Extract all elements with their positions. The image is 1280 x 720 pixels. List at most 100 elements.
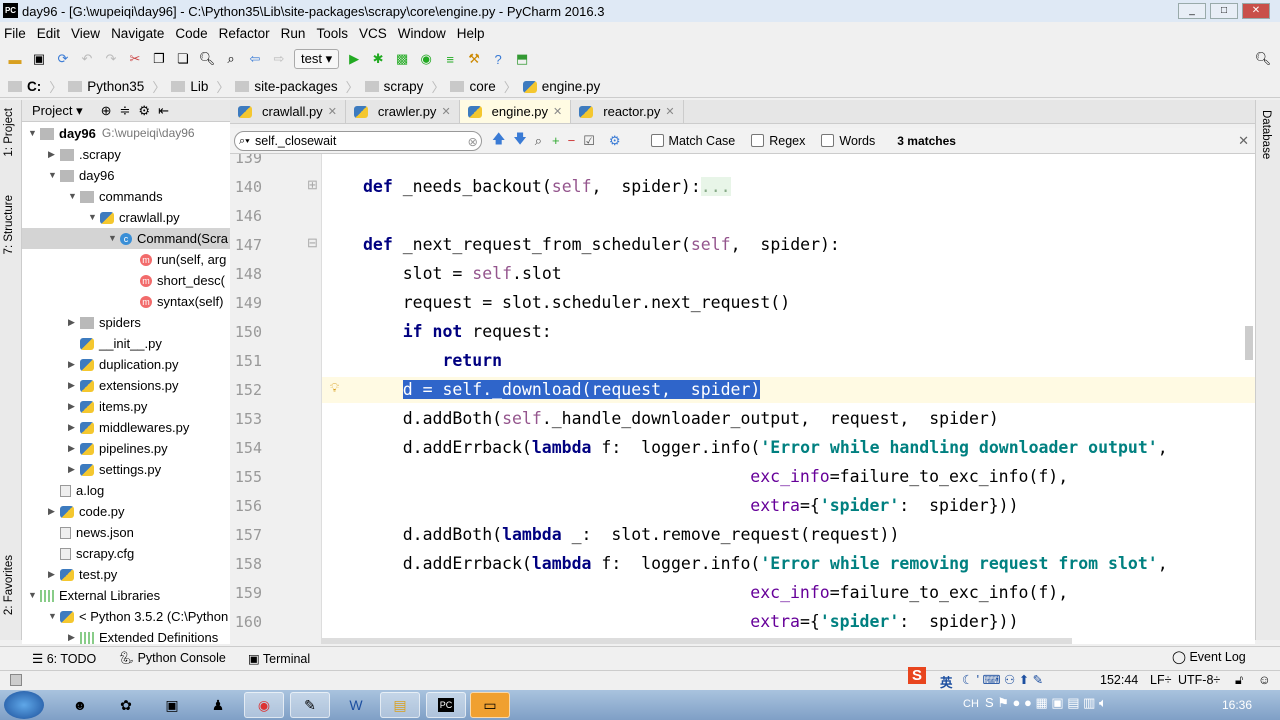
- settings-icon[interactable]: ⚒: [465, 50, 483, 68]
- tree-item[interactable]: ▶ code.py: [22, 501, 125, 522]
- clear-search-icon[interactable]: ⊗: [468, 133, 478, 151]
- remove-occurrence-icon[interactable]: −: [568, 133, 576, 148]
- favorites-tool-tab[interactable]: 2: Favorites: [3, 555, 15, 615]
- menu-code[interactable]: Code: [175, 26, 207, 41]
- intention-bulb-icon[interactable]: 💡︎: [330, 380, 339, 396]
- clock[interactable]: 16:36: [1222, 698, 1252, 712]
- profile-icon[interactable]: ◉: [417, 50, 435, 68]
- menu-refactor[interactable]: Refactor: [219, 26, 270, 41]
- tree-item[interactable]: ▶ Extended Definitions: [22, 627, 218, 644]
- code-line[interactable]: d.addBoth(lambda _: slot.remove_request(…: [403, 524, 900, 546]
- menu-view[interactable]: View: [71, 26, 100, 41]
- close-tab-icon[interactable]: ✕: [441, 105, 450, 118]
- find-icon[interactable]: 🔍︎: [198, 50, 216, 68]
- search-input[interactable]: ⌕▾ self._closewait ⊗: [234, 130, 482, 151]
- code-line[interactable]: extra={'spider': spider})): [750, 611, 1018, 633]
- tab-reactor[interactable]: reactor.py ✕: [571, 100, 684, 123]
- concurrency-icon[interactable]: ≡: [441, 50, 459, 68]
- tree-item[interactable]: ▶ items.py: [22, 396, 147, 417]
- debug-icon[interactable]: ✱: [369, 50, 387, 68]
- run-icon[interactable]: ▶: [345, 50, 363, 68]
- lock-icon[interactable]: 🔓︎: [1235, 673, 1243, 688]
- expanded-arrow-icon[interactable]: ▼: [68, 186, 80, 207]
- tree-item[interactable]: a.log: [22, 480, 104, 501]
- code-line[interactable]: if not request:: [403, 321, 552, 343]
- code-line[interactable]: exc_info=failure_to_exc_info(f),: [750, 582, 1068, 604]
- structure-tool-tab[interactable]: 7: Structure: [3, 195, 15, 254]
- previous-occurrence-icon[interactable]: 🡅: [492, 130, 505, 152]
- menu-file[interactable]: File: [4, 26, 26, 41]
- menu-run[interactable]: Run: [281, 26, 306, 41]
- tree-item[interactable]: scrapy.cfg: [22, 543, 134, 564]
- code-line[interactable]: exc_info=failure_to_exc_info(f),: [750, 466, 1068, 488]
- tab-crawler[interactable]: crawler.py ✕: [346, 100, 460, 123]
- taskbar-app-icon[interactable]: ♟: [198, 692, 238, 718]
- code-line[interactable]: slot = self.slot: [403, 263, 562, 285]
- tree-item[interactable]: m run(self, arg: [22, 249, 226, 270]
- ime-tools-icon[interactable]: ☾ ' ⌨ ⚇ ⬆ ✎: [962, 672, 1043, 687]
- copy-icon[interactable]: ❐: [150, 50, 168, 68]
- words-checkbox[interactable]: Words: [821, 134, 875, 148]
- breadcrumb-item[interactable]: C:: [8, 79, 41, 94]
- code-line[interactable]: def _needs_backout(self, spider):...: [363, 176, 731, 198]
- project-tool-tab[interactable]: 1: Project: [3, 108, 15, 157]
- maximize-button[interactable]: □: [1210, 3, 1238, 19]
- chrome-icon[interactable]: ◉: [244, 692, 284, 718]
- tool-window-toggle-icon[interactable]: [10, 674, 22, 686]
- fold-collapse-icon[interactable]: ⊟: [307, 235, 318, 251]
- tree-item[interactable]: ▶ test.py: [22, 564, 117, 585]
- coverage-icon[interactable]: ▩: [393, 50, 411, 68]
- code-line[interactable]: d.addErrback(lambda f: logger.info('Erro…: [403, 437, 1168, 459]
- caret-position[interactable]: 152:44: [1100, 673, 1138, 687]
- horizontal-scrollbar[interactable]: [322, 638, 1072, 644]
- collapsed-arrow-icon[interactable]: ▶: [68, 375, 80, 396]
- code-line[interactable]: d = self._download(request, spider): [402, 379, 761, 401]
- tree-item[interactable]: ▼ day96: [22, 165, 114, 186]
- taskbar-save-icon[interactable]: ▣: [152, 692, 192, 718]
- collapsed-arrow-icon[interactable]: ▶: [68, 354, 80, 375]
- expanded-arrow-icon[interactable]: ▼: [108, 228, 120, 249]
- close-tab-icon[interactable]: ✕: [553, 105, 562, 118]
- match-case-checkbox[interactable]: Match Case: [650, 134, 735, 148]
- bottom-tab-python-console[interactable]: 🐍︎ Python Console: [118, 651, 226, 666]
- breadcrumb-item[interactable]: Python35: [68, 79, 144, 94]
- collapsed-arrow-icon[interactable]: ▶: [68, 417, 80, 438]
- fold-expand-icon[interactable]: ⊞: [307, 177, 318, 193]
- scroll-from-source-icon[interactable]: ⊕: [101, 103, 112, 119]
- code-line[interactable]: extra={'spider': spider})): [750, 495, 1018, 517]
- undo-icon[interactable]: ↶: [78, 50, 96, 68]
- save-icon[interactable]: ▣: [30, 50, 48, 68]
- expanded-arrow-icon[interactable]: ▼: [28, 585, 40, 606]
- collapse-all-icon[interactable]: ≑: [120, 103, 131, 119]
- close-tab-icon[interactable]: ✕: [665, 105, 674, 118]
- tree-item[interactable]: ▶ duplication.py: [22, 354, 179, 375]
- menu-navigate[interactable]: Navigate: [111, 26, 164, 41]
- word-icon[interactable]: W: [336, 692, 376, 718]
- collapsed-arrow-icon[interactable]: ▶: [68, 396, 80, 417]
- file-encoding[interactable]: UTF-8÷: [1178, 673, 1220, 687]
- code-line[interactable]: d.addBoth(self._handle_downloader_output…: [403, 408, 999, 430]
- inspector-icon[interactable]: ☺: [1258, 673, 1271, 687]
- gear-icon[interactable]: ⚙: [138, 103, 150, 119]
- regex-checkbox[interactable]: Regex: [751, 134, 805, 148]
- event-log-button[interactable]: ◯ Event Log: [1172, 649, 1246, 664]
- bottom-tab-todo[interactable]: ☰ 6: TODO: [32, 651, 96, 666]
- menu-vcs[interactable]: VCS: [359, 26, 387, 41]
- redo-icon[interactable]: ↷: [102, 50, 120, 68]
- ime-mode[interactable]: 英: [940, 672, 953, 691]
- start-button[interactable]: [4, 691, 44, 719]
- taskbar-app-icon[interactable]: ✿: [106, 692, 146, 718]
- replace-icon[interactable]: ⌕: [222, 50, 240, 68]
- tree-item[interactable]: ▼ < Python 3.5.2 (C:\Python: [22, 606, 228, 627]
- collapsed-arrow-icon[interactable]: ▶: [68, 438, 80, 459]
- menu-help[interactable]: Help: [457, 26, 485, 41]
- collapsed-arrow-icon[interactable]: ▶: [48, 144, 60, 165]
- notepad-icon[interactable]: ✎: [290, 692, 330, 718]
- close-window-button[interactable]: ✕: [1242, 3, 1270, 19]
- breadcrumb-item[interactable]: Lib: [171, 79, 208, 94]
- open-folder-icon[interactable]: ▬: [6, 50, 24, 68]
- expanded-arrow-icon[interactable]: ▼: [48, 606, 60, 627]
- close-find-icon[interactable]: ✕: [1238, 133, 1249, 149]
- tree-item[interactable]: ▼ day96 G:\wupeiqi\day96: [22, 123, 195, 144]
- code-line[interactable]: return: [442, 350, 502, 372]
